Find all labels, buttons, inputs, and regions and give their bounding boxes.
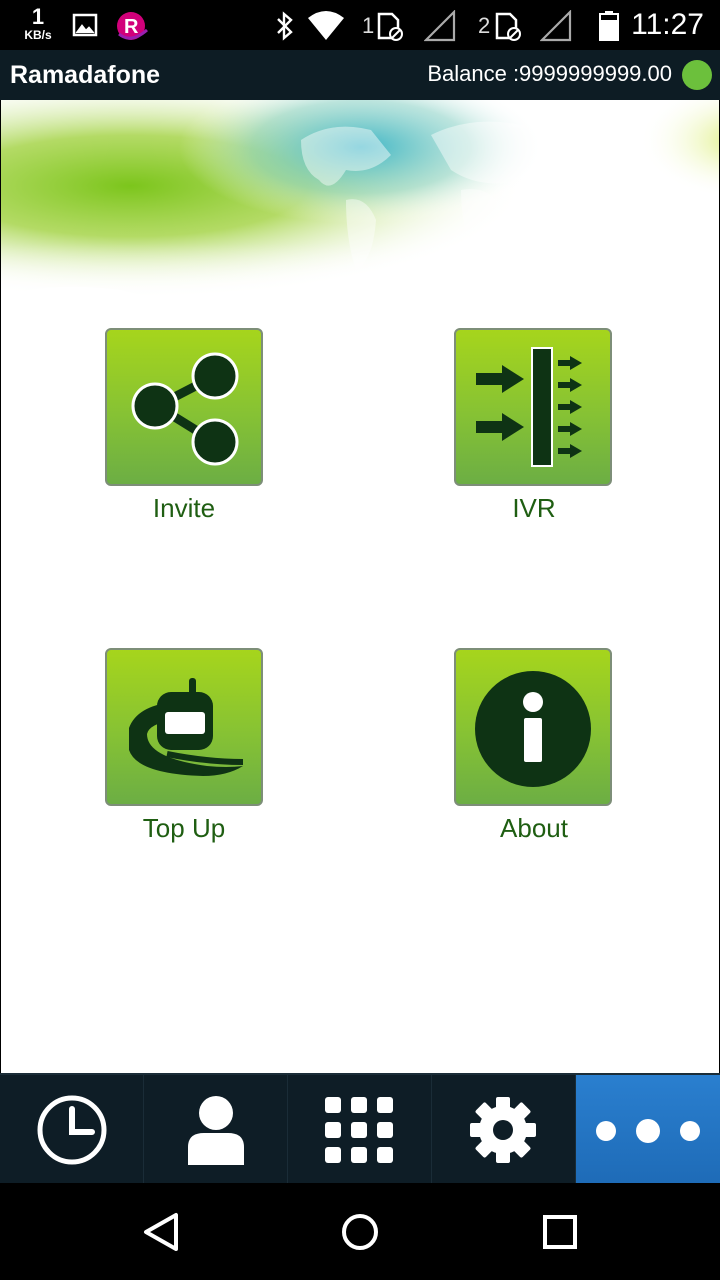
home-button[interactable] — [300, 1183, 420, 1280]
clock-icon — [37, 1095, 107, 1165]
about-label: About — [500, 813, 568, 843]
net-speed-value: 1 — [31, 4, 45, 29]
back-button[interactable] — [100, 1183, 220, 1280]
sim1-icon — [377, 12, 403, 41]
balance-text: Balance :9999999999.00 — [427, 61, 672, 86]
nav-contacts[interactable] — [144, 1075, 288, 1185]
system-nav-bar — [0, 1183, 720, 1280]
bottom-nav — [0, 1073, 720, 1185]
ivr-tile[interactable] — [454, 328, 612, 486]
more-icon — [596, 1119, 700, 1143]
info-icon — [475, 671, 591, 787]
home-icon — [342, 1214, 378, 1250]
ivr-label: IVR — [512, 493, 556, 523]
clock: 11:27 — [631, 8, 704, 41]
sim1-label: 1 — [362, 13, 375, 38]
top-up-icon — [129, 678, 244, 776]
app-title: Ramadafone — [10, 61, 161, 89]
person-icon — [188, 1096, 244, 1165]
signal-icon — [424, 10, 456, 42]
recents-icon — [543, 1215, 577, 1249]
top-up-label: Top Up — [142, 813, 226, 843]
invite-tile[interactable] — [105, 328, 263, 486]
online-status-indicator — [682, 60, 712, 90]
battery-icon — [599, 11, 619, 41]
about-tile[interactable] — [454, 648, 612, 806]
dialpad-icon — [325, 1097, 393, 1163]
status-bar: 1 KB/s R 1 2 11:27 — [0, 0, 720, 50]
net-speed: 1 KB/s — [18, 4, 58, 42]
app-bar: Ramadafone Balance :9999999999.00 — [0, 50, 720, 100]
nav-settings[interactable] — [432, 1075, 576, 1185]
nav-dialpad[interactable] — [288, 1075, 432, 1185]
wifi-icon — [308, 11, 344, 40]
nav-recent[interactable] — [0, 1075, 144, 1185]
net-speed-unit: KB/s — [24, 28, 52, 42]
top-up-tile[interactable] — [105, 648, 263, 806]
signal-icon — [540, 10, 572, 42]
gear-icon — [470, 1097, 536, 1163]
bluetooth-icon — [277, 11, 293, 41]
sim2-icon — [495, 12, 521, 41]
r-app-icon: R — [117, 12, 148, 40]
recents-button[interactable] — [500, 1183, 620, 1280]
share-icon — [131, 352, 239, 466]
invite-label: Invite — [152, 493, 216, 523]
nav-more[interactable] — [576, 1075, 720, 1185]
gallery-icon — [72, 13, 98, 37]
svg-text:R: R — [124, 16, 139, 38]
world-map-banner — [1, 100, 719, 360]
back-icon — [144, 1213, 178, 1251]
sim2-label: 2 — [478, 13, 491, 38]
main-content: Invite IVR Top Up About — [1, 100, 719, 1073]
ivr-icon — [476, 347, 582, 467]
